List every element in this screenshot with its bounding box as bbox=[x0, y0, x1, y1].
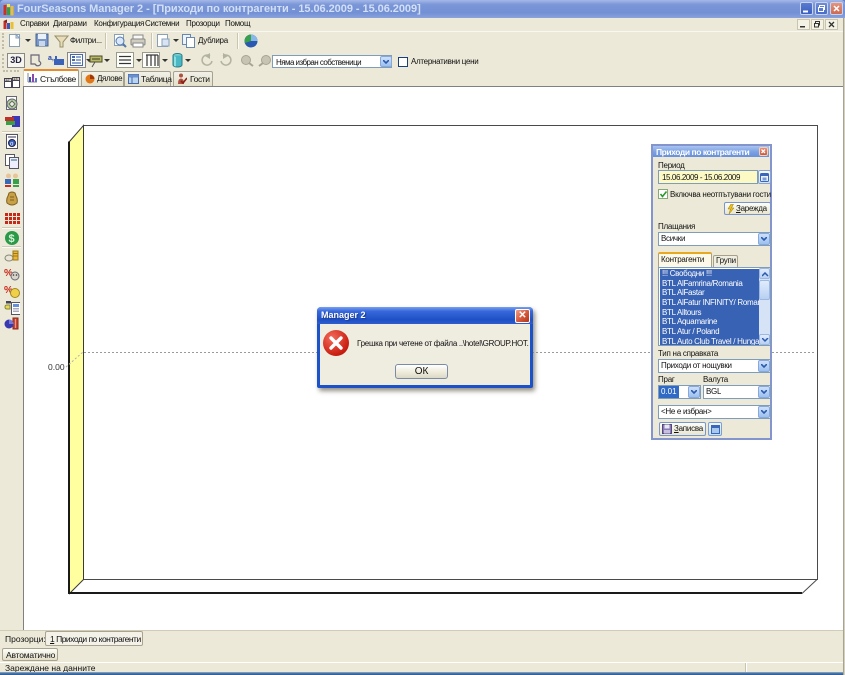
svg-text:a,: a, bbox=[48, 55, 54, 62]
svg-text:13: 13 bbox=[13, 76, 18, 81]
svg-text:$: $ bbox=[9, 233, 15, 245]
svg-text:12: 12 bbox=[5, 77, 10, 82]
